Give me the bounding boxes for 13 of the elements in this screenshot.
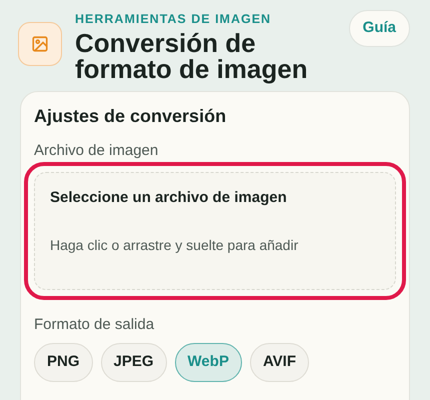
guide-button[interactable]: Guía (348, 10, 410, 47)
page-title: Conversión de formato de imagen (75, 30, 309, 82)
field-label: Archivo de imagen (34, 142, 160, 160)
dropzone-hint: Haga clic o arrastre y suelte para añadir (50, 236, 300, 254)
eyebrow-label: HERRAMIENTAS DE IMAGEN (75, 11, 272, 27)
format-chip[interactable]: AVIF (250, 343, 310, 382)
format-chip[interactable]: PNG (34, 343, 93, 382)
image-tool-icon (18, 22, 62, 66)
card-title: Ajustes de conversión (34, 105, 228, 127)
file-dropzone[interactable]: Seleccione un archivo de imagen Haga clic o arrastre y suelte para añadir (34, 172, 396, 290)
format-chip[interactable]: JPEG (100, 343, 167, 382)
dropzone-title: Seleccione un archivo de imagen (50, 189, 288, 207)
field-label: Formato de salida (34, 316, 156, 334)
